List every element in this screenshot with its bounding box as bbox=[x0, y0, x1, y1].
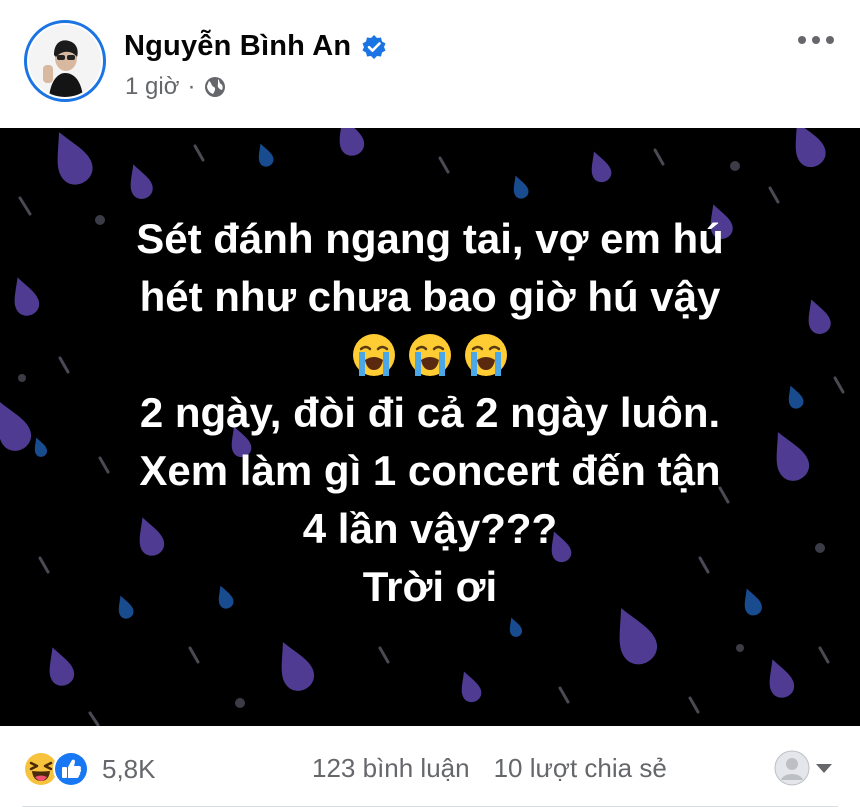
post-time[interactable]: 1 giờ bbox=[125, 73, 179, 101]
chevron-down-icon bbox=[816, 763, 832, 773]
loudly-crying-face-icon bbox=[465, 334, 507, 376]
emoji-row bbox=[0, 326, 860, 384]
post-line: 2 ngày, đòi đi cả 2 ngày luôn. bbox=[139, 389, 721, 436]
verified-badge-icon bbox=[362, 34, 386, 59]
avatar-photo bbox=[29, 25, 101, 97]
post-line: Sét đánh ngang tai, vợ em hú bbox=[136, 215, 724, 262]
post-header: Nguyễn Bình An 1 giờ · bbox=[0, 0, 860, 128]
user-avatar-icon bbox=[774, 750, 810, 786]
post-line: 4 lần vậy??? bbox=[302, 505, 558, 552]
comments-count[interactable]: 123 bình luận bbox=[312, 753, 470, 784]
post-text: Sét đánh ngang tai, vợ em hú hét như chư… bbox=[0, 210, 860, 616]
loudly-crying-face-icon bbox=[353, 334, 395, 376]
reaction-count[interactable]: 5,8K bbox=[102, 754, 156, 785]
globe-icon bbox=[205, 77, 226, 97]
post-content[interactable]: Sét đánh ngang tai, vợ em hú hét như chư… bbox=[0, 128, 860, 726]
more-dot bbox=[826, 36, 834, 44]
post-line: Xem làm gì 1 concert đến tận bbox=[139, 447, 721, 494]
like-icon bbox=[53, 751, 89, 787]
profile-avatar[interactable] bbox=[24, 20, 106, 102]
reactions-summary[interactable]: 5,8K bbox=[22, 750, 156, 788]
react-as-selector[interactable] bbox=[774, 750, 832, 786]
shares-count[interactable]: 10 lượt chia sẻ bbox=[494, 753, 667, 784]
post-footer: 5,8K 123 bình luận 10 lượt chia sẻ bbox=[0, 726, 860, 807]
loudly-crying-face-icon bbox=[409, 334, 451, 376]
more-dot bbox=[798, 36, 806, 44]
author-name[interactable]: Nguyễn Bình An bbox=[124, 30, 351, 63]
more-options-button[interactable] bbox=[798, 36, 834, 44]
more-dot bbox=[812, 36, 820, 44]
meta-separator: · bbox=[187, 73, 196, 100]
post-line: hét như chưa bao giờ hú vậy bbox=[139, 273, 721, 320]
post-line: Trời ơi bbox=[362, 563, 498, 610]
